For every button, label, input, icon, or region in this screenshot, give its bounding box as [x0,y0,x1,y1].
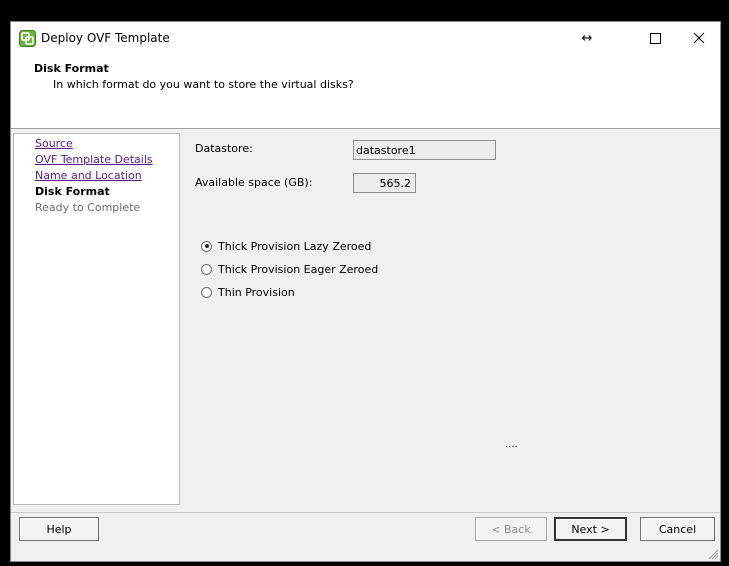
thin-provision-option[interactable]: Thin Provision [201,284,295,300]
available-space-label: Available space (GB): [195,176,313,189]
wizard-steps-sidebar: Source OVF Template Details Name and Loc… [13,133,180,505]
resize-arrows-icon[interactable]: ↔ [564,22,610,54]
step-name-and-location-link[interactable]: Name and Location [35,169,142,182]
window-title: Deploy OVF Template [41,31,170,45]
thick-eager-zeroed-option[interactable]: Thick Provision Eager Zeroed [201,261,378,277]
help-button[interactable]: Help [19,517,99,541]
datastore-field: datastore1 [353,140,496,160]
cancel-button[interactable]: Cancel [640,517,715,541]
radio-button-selected[interactable] [201,240,212,252]
step-ready-to-complete: Ready to Complete [35,201,141,214]
next-button[interactable]: Next > [554,517,627,541]
maximize-icon[interactable] [632,22,678,54]
step-disk-format-current: Disk Format [35,185,110,198]
thin-provision-label: Thin Provision [218,285,295,299]
wizard-header: Disk Format In which format do you want … [11,55,720,129]
step-source-link[interactable]: Source [35,137,73,150]
title-bar: Deploy OVF Template ↔ [11,22,720,55]
close-icon[interactable] [676,22,720,54]
vsphere-app-icon [19,30,36,47]
page-title: Disk Format [34,62,109,75]
radio-button[interactable] [201,286,212,298]
thick-lazy-zeroed-option[interactable]: Thick Provision Lazy Zeroed [201,238,371,254]
thick-eager-zeroed-label: Thick Provision Eager Zeroed [218,262,379,276]
disk-format-form: Datastore: datastore1 Available space (G… [182,132,720,512]
footer-separator [11,512,720,513]
step-ovf-template-details-link[interactable]: OVF Template Details [35,153,153,166]
radio-button[interactable] [201,263,212,275]
back-button[interactable]: < Back [475,517,547,541]
status-dots: .... [505,439,518,450]
datastore-label: Datastore: [195,142,253,155]
page-subtitle: In which format do you want to store the… [53,78,354,91]
thick-lazy-zeroed-label: Thick Provision Lazy Zeroed [218,239,372,253]
deploy-ovf-dialog: Deploy OVF Template ↔ Disk Format In whi… [10,21,721,562]
resize-grip-icon[interactable] [707,548,719,560]
available-space-field: 565.2 [353,173,416,193]
